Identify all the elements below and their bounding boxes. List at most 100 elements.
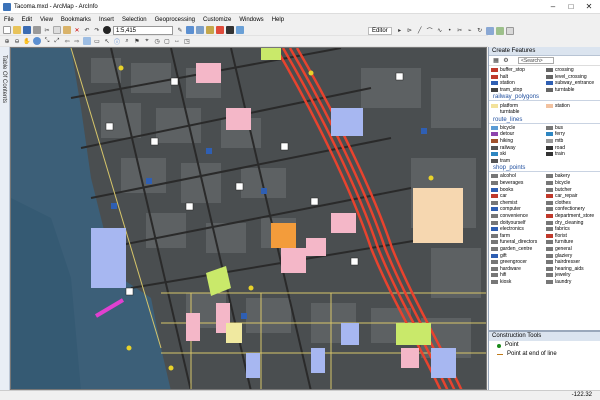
template-group-header[interactable]: route_lines xyxy=(489,116,600,124)
template-group-header[interactable]: shop_points xyxy=(489,164,600,173)
feature-template-item[interactable]: clothes xyxy=(546,200,600,207)
feature-template-item[interactable]: bicycle xyxy=(491,125,546,132)
feature-template-item[interactable]: hardware xyxy=(491,265,546,272)
table-of-contents-icon[interactable] xyxy=(186,26,194,34)
feature-template-item[interactable]: confectionery xyxy=(546,206,600,213)
feature-template-item[interactable]: level_crossing xyxy=(546,74,600,81)
feature-template-item[interactable]: fabrics xyxy=(546,226,600,233)
save-icon[interactable] xyxy=(23,26,31,34)
feature-template-item[interactable]: kiosk xyxy=(491,279,546,286)
feature-template-item[interactable]: hairdresser xyxy=(546,259,600,266)
feature-template-item[interactable]: chemist xyxy=(491,200,546,207)
maximize-button[interactable]: □ xyxy=(562,0,580,13)
feature-template-item[interactable]: gift xyxy=(491,252,546,259)
search-window-icon[interactable] xyxy=(206,26,214,34)
feature-template-item[interactable]: detour xyxy=(491,131,546,138)
construction-point-end-line[interactable]: Point at end of line xyxy=(489,350,600,359)
paste-icon[interactable] xyxy=(63,26,71,34)
delete-icon[interactable]: ✕ xyxy=(73,26,81,34)
feature-template-item[interactable]: alcohol xyxy=(491,173,546,180)
fixed-zoom-in-icon[interactable]: ⤡ xyxy=(43,37,51,45)
menu-help[interactable]: Help xyxy=(272,17,284,23)
template-search-input[interactable]: <Search> xyxy=(518,57,554,64)
cut-icon[interactable]: ✂ xyxy=(43,26,51,34)
full-extent-icon[interactable] xyxy=(33,37,41,45)
new-icon[interactable] xyxy=(3,26,11,34)
menu-insert[interactable]: Insert xyxy=(99,17,114,23)
zoom-in-icon[interactable]: ⊕ xyxy=(3,37,11,45)
menu-customize[interactable]: Customize xyxy=(203,17,231,23)
feature-template-item[interactable]: general xyxy=(546,246,600,253)
construction-point[interactable]: Point xyxy=(489,341,600,350)
feature-template-item[interactable]: tram_stop xyxy=(491,87,546,94)
menu-bookmarks[interactable]: Bookmarks xyxy=(61,17,91,23)
organize-templates-icon[interactable]: ▦ xyxy=(492,57,500,65)
straight-segment-icon[interactable]: ╱ xyxy=(416,27,424,35)
feature-template-item[interactable]: car_repair xyxy=(546,193,600,200)
feature-template-item[interactable]: bicycle xyxy=(546,180,600,187)
feature-template-item[interactable]: farm xyxy=(491,232,546,239)
forward-extent-icon[interactable]: ⇨ xyxy=(73,37,81,45)
trace-icon[interactable]: ∿ xyxy=(436,27,444,35)
zoom-out-icon[interactable]: ⊖ xyxy=(13,37,21,45)
feature-template-item[interactable]: road xyxy=(546,144,600,151)
menu-edit[interactable]: Edit xyxy=(22,17,32,23)
feature-template-item[interactable]: halt xyxy=(491,74,546,81)
feature-template-item[interactable]: hifi xyxy=(491,272,546,279)
create-viewer-icon[interactable]: ▢ xyxy=(163,37,171,45)
go-to-xy-icon[interactable]: ⌖ xyxy=(143,37,151,45)
close-button[interactable]: ✕ xyxy=(580,0,598,13)
cut-polygons-icon[interactable]: ✂ xyxy=(456,27,464,35)
template-list[interactable]: buffer_stop crossing halt level_crossing sta… xyxy=(489,67,600,329)
feature-template-item[interactable]: mtb xyxy=(546,138,600,145)
feature-template-item[interactable]: department_store xyxy=(546,213,600,220)
menu-geoprocessing[interactable]: Geoprocessing xyxy=(155,17,195,23)
feature-template-item[interactable]: bakery xyxy=(546,173,600,180)
catalog-icon[interactable] xyxy=(196,26,204,34)
back-extent-icon[interactable]: ⇦ xyxy=(63,37,71,45)
create-features-icon[interactable] xyxy=(505,26,514,35)
editor-toolbar-icon[interactable]: ✎ xyxy=(176,26,184,34)
template-group-header[interactable]: railway_polygons xyxy=(489,93,600,102)
modelbuilder-icon[interactable] xyxy=(236,26,244,34)
feature-template-item[interactable]: car xyxy=(491,193,546,200)
feature-template-item[interactable]: turntable xyxy=(546,87,600,94)
feature-template-item[interactable]: ski xyxy=(491,151,546,158)
feature-template-item[interactable]: jewelry xyxy=(546,272,600,279)
map-view[interactable] xyxy=(10,47,487,390)
feature-template-item[interactable]: bus xyxy=(546,125,600,132)
find-route-icon[interactable]: ⚑ xyxy=(133,37,141,45)
edit-tool-icon[interactable]: ▸ xyxy=(396,27,404,35)
feature-template-item[interactable]: butcher xyxy=(546,186,600,193)
menu-file[interactable]: File xyxy=(4,17,14,23)
feature-template-item[interactable]: platform xyxy=(491,102,546,109)
feature-template-item[interactable]: station xyxy=(491,80,546,87)
feature-template-item[interactable]: beverages xyxy=(491,180,546,187)
add-data-icon[interactable] xyxy=(103,26,111,34)
menu-windows[interactable]: Windows xyxy=(239,17,263,23)
map-canvas[interactable] xyxy=(11,48,487,390)
feature-template-item[interactable]: crossing xyxy=(546,67,600,74)
table-of-contents-tab[interactable]: Table Of Contents xyxy=(0,47,10,390)
point-icon[interactable]: • xyxy=(446,27,454,35)
feature-template-item[interactable]: dry_cleaning xyxy=(546,219,600,226)
menu-view[interactable]: View xyxy=(40,17,53,23)
split-icon[interactable]: ⌁ xyxy=(466,27,474,35)
feature-template-item[interactable]: tram xyxy=(491,158,546,165)
feature-template-item[interactable]: books xyxy=(491,186,546,193)
map-scale-input[interactable]: 1:5,415 xyxy=(113,25,173,35)
feature-template-item[interactable]: funeral_directors xyxy=(491,239,546,246)
fixed-zoom-out-icon[interactable]: ⤢ xyxy=(53,37,61,45)
feature-template-item[interactable]: garden_centre xyxy=(491,246,546,253)
copy-icon[interactable] xyxy=(53,26,61,34)
arc-segment-icon[interactable]: ⌒ xyxy=(426,27,434,35)
feature-template-item[interactable]: train xyxy=(546,151,600,158)
identify-icon[interactable]: ⓘ xyxy=(113,37,121,46)
feature-template-item[interactable]: railway xyxy=(491,144,546,151)
attributes-icon[interactable] xyxy=(485,26,494,35)
feature-template-item[interactable]: electronics xyxy=(491,226,546,233)
feature-template-item[interactable]: convenience xyxy=(491,213,546,220)
arctoolbox-icon[interactable] xyxy=(216,26,224,34)
feature-template-item[interactable]: glaziery xyxy=(546,252,600,259)
feature-template-item[interactable]: hearing_aids xyxy=(546,265,600,272)
